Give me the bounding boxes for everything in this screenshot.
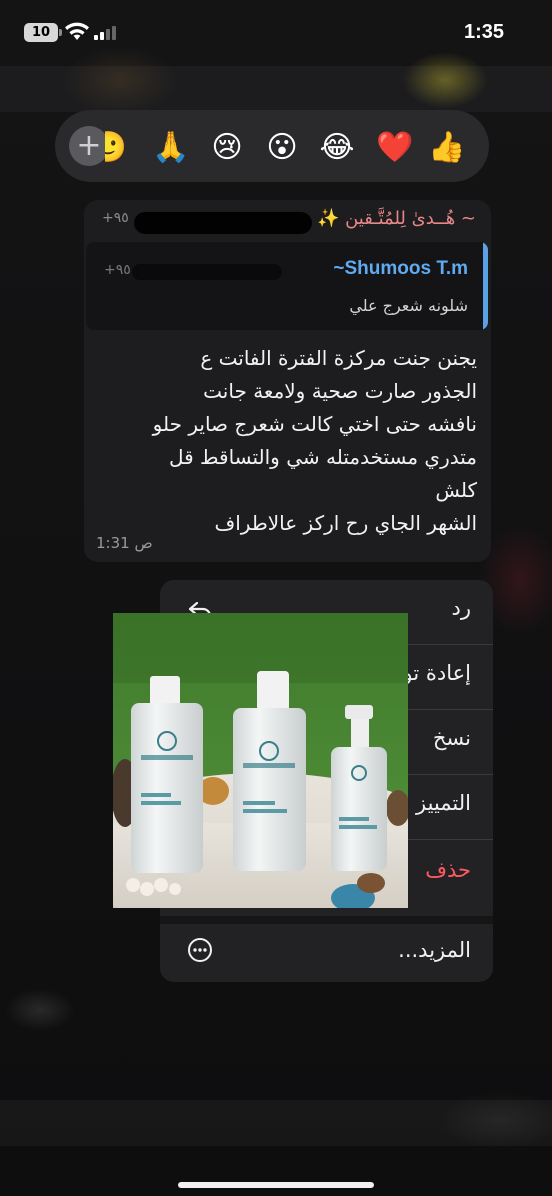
reaction-tears-of-joy[interactable]: 😂 <box>315 128 359 166</box>
cellular-signal-icon <box>94 26 118 40</box>
reaction-praying-hands[interactable]: 🙏 <box>149 128 193 166</box>
clock: 1:35 <box>463 21 504 43</box>
quoted-sender-name: ~Shumoos T.m <box>333 258 468 279</box>
product-photo[interactable] <box>113 613 408 908</box>
message-line: نافشه حتى اختي كالت شعرج صاير حلو <box>152 412 477 436</box>
message-text: يجنن جنت مركزة الفترة الفاتت ع الجذور صا… <box>92 342 477 540</box>
reaction-partial[interactable]: 🙂 <box>105 128 127 166</box>
plus-icon: + <box>76 128 102 163</box>
status-bar: 10 1:35 <box>0 0 552 66</box>
reaction-picker: + 👍 ❤️ 😂 😮 😢 🙏 🙂 <box>55 110 489 182</box>
redacted-phone <box>132 264 282 280</box>
product-photo-image <box>113 613 408 908</box>
message-line: كلش <box>435 478 477 502</box>
message-line: الجذور صارت صحية ولامعة جانت <box>203 379 477 403</box>
message-bubble[interactable]: +٩٥ ~ هُــدىٰ لِلمُتَّـقين ✨ +٩٥ ~Shumoo… <box>84 200 491 562</box>
sender-name: ~ هُــدىٰ لِلمُتَّـقين ✨ <box>316 208 476 229</box>
battery-indicator: 10 <box>24 23 62 42</box>
wifi-icon <box>65 22 89 40</box>
reaction-surprised[interactable]: 😮 <box>260 128 304 166</box>
quoted-text: شلونه شعرج علي <box>349 296 468 315</box>
menu-item-label: رد <box>451 596 472 620</box>
menu-item-label: نسخ <box>432 726 471 750</box>
message-timestamp: 1:31 ص <box>96 534 153 552</box>
reaction-heart[interactable]: ❤️ <box>373 128 417 166</box>
reaction-thumbs-up[interactable]: 👍 <box>425 128 469 166</box>
reaction-crying[interactable]: 😢 <box>205 128 249 166</box>
menu-item-label: حذف <box>425 858 471 882</box>
quoted-message[interactable]: +٩٥ ~Shumoos T.m شلونه شعرج علي <box>86 242 488 330</box>
quote-accent-bar <box>483 242 488 330</box>
sender-phone-number: +٩٥ <box>102 210 129 226</box>
quoted-sender-number: +٩٥ <box>104 262 131 278</box>
home-indicator[interactable] <box>178 1182 374 1188</box>
message-line: متدري مستخدمتله شي والتساقط قل <box>168 445 477 469</box>
message-line: يجنن جنت مركزة الفترة الفاتت ع <box>200 346 477 370</box>
menu-item-more[interactable]: المزيد... <box>160 918 493 982</box>
more-icon <box>188 938 212 962</box>
menu-item-label: المزيد... <box>398 938 471 962</box>
redacted-phone <box>134 212 312 234</box>
add-reaction-button[interactable]: + <box>69 126 109 166</box>
